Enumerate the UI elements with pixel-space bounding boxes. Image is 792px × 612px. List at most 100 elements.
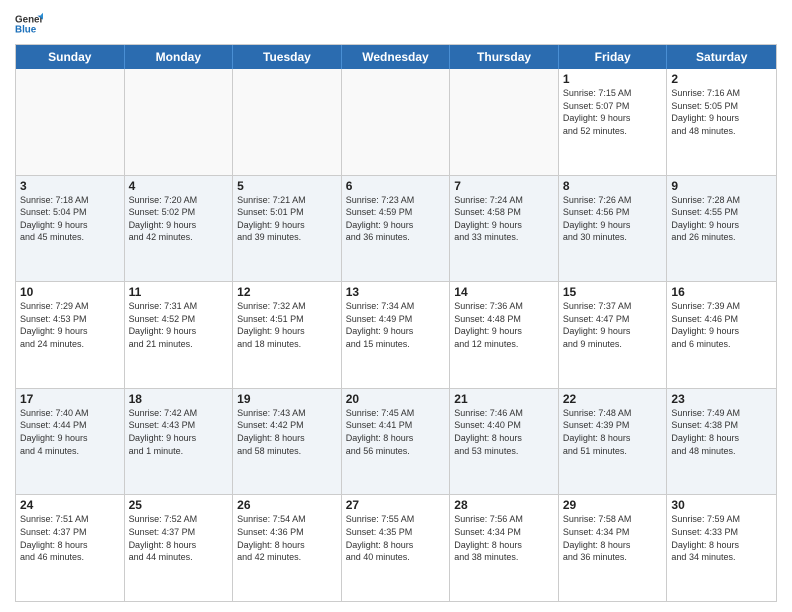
day-number: 13 — [346, 285, 446, 299]
day-detail: Sunrise: 7:26 AM Sunset: 4:56 PM Dayligh… — [563, 194, 663, 244]
empty-cell — [450, 69, 559, 175]
day-cell-23: 23Sunrise: 7:49 AM Sunset: 4:38 PM Dayli… — [667, 389, 776, 495]
calendar-row-0: 1Sunrise: 7:15 AM Sunset: 5:07 PM Daylig… — [16, 69, 776, 175]
day-number: 10 — [20, 285, 120, 299]
calendar-header: SundayMondayTuesdayWednesdayThursdayFrid… — [16, 45, 776, 69]
calendar-row-1: 3Sunrise: 7:18 AM Sunset: 5:04 PM Daylig… — [16, 175, 776, 282]
day-cell-26: 26Sunrise: 7:54 AM Sunset: 4:36 PM Dayli… — [233, 495, 342, 601]
day-number: 16 — [671, 285, 772, 299]
day-detail: Sunrise: 7:43 AM Sunset: 4:42 PM Dayligh… — [237, 407, 337, 457]
day-cell-18: 18Sunrise: 7:42 AM Sunset: 4:43 PM Dayli… — [125, 389, 234, 495]
day-detail: Sunrise: 7:20 AM Sunset: 5:02 PM Dayligh… — [129, 194, 229, 244]
empty-cell — [233, 69, 342, 175]
day-cell-22: 22Sunrise: 7:48 AM Sunset: 4:39 PM Dayli… — [559, 389, 668, 495]
day-number: 9 — [671, 179, 772, 193]
day-cell-6: 6Sunrise: 7:23 AM Sunset: 4:59 PM Daylig… — [342, 176, 451, 282]
svg-text:Blue: Blue — [15, 24, 37, 35]
day-detail: Sunrise: 7:59 AM Sunset: 4:33 PM Dayligh… — [671, 513, 772, 563]
day-cell-14: 14Sunrise: 7:36 AM Sunset: 4:48 PM Dayli… — [450, 282, 559, 388]
day-detail: Sunrise: 7:48 AM Sunset: 4:39 PM Dayligh… — [563, 407, 663, 457]
day-cell-25: 25Sunrise: 7:52 AM Sunset: 4:37 PM Dayli… — [125, 495, 234, 601]
calendar-row-4: 24Sunrise: 7:51 AM Sunset: 4:37 PM Dayli… — [16, 494, 776, 601]
logo-icon: General Blue — [15, 10, 43, 38]
day-number: 15 — [563, 285, 663, 299]
day-number: 23 — [671, 392, 772, 406]
day-cell-24: 24Sunrise: 7:51 AM Sunset: 4:37 PM Dayli… — [16, 495, 125, 601]
logo: General Blue — [15, 10, 43, 38]
day-detail: Sunrise: 7:45 AM Sunset: 4:41 PM Dayligh… — [346, 407, 446, 457]
day-cell-27: 27Sunrise: 7:55 AM Sunset: 4:35 PM Dayli… — [342, 495, 451, 601]
day-number: 24 — [20, 498, 120, 512]
day-number: 14 — [454, 285, 554, 299]
day-cell-1: 1Sunrise: 7:15 AM Sunset: 5:07 PM Daylig… — [559, 69, 668, 175]
day-cell-4: 4Sunrise: 7:20 AM Sunset: 5:02 PM Daylig… — [125, 176, 234, 282]
day-number: 6 — [346, 179, 446, 193]
day-number: 28 — [454, 498, 554, 512]
day-number: 11 — [129, 285, 229, 299]
day-detail: Sunrise: 7:32 AM Sunset: 4:51 PM Dayligh… — [237, 300, 337, 350]
header: General Blue — [15, 10, 777, 38]
day-cell-16: 16Sunrise: 7:39 AM Sunset: 4:46 PM Dayli… — [667, 282, 776, 388]
day-number: 4 — [129, 179, 229, 193]
day-cell-30: 30Sunrise: 7:59 AM Sunset: 4:33 PM Dayli… — [667, 495, 776, 601]
calendar-body: 1Sunrise: 7:15 AM Sunset: 5:07 PM Daylig… — [16, 69, 776, 601]
day-cell-13: 13Sunrise: 7:34 AM Sunset: 4:49 PM Dayli… — [342, 282, 451, 388]
weekday-header-thursday: Thursday — [450, 45, 559, 69]
day-number: 7 — [454, 179, 554, 193]
day-cell-17: 17Sunrise: 7:40 AM Sunset: 4:44 PM Dayli… — [16, 389, 125, 495]
calendar: SundayMondayTuesdayWednesdayThursdayFrid… — [15, 44, 777, 602]
calendar-row-3: 17Sunrise: 7:40 AM Sunset: 4:44 PM Dayli… — [16, 388, 776, 495]
day-number: 26 — [237, 498, 337, 512]
day-cell-19: 19Sunrise: 7:43 AM Sunset: 4:42 PM Dayli… — [233, 389, 342, 495]
day-cell-15: 15Sunrise: 7:37 AM Sunset: 4:47 PM Dayli… — [559, 282, 668, 388]
day-cell-3: 3Sunrise: 7:18 AM Sunset: 5:04 PM Daylig… — [16, 176, 125, 282]
weekday-header-monday: Monday — [125, 45, 234, 69]
empty-cell — [16, 69, 125, 175]
weekday-header-wednesday: Wednesday — [342, 45, 451, 69]
day-detail: Sunrise: 7:42 AM Sunset: 4:43 PM Dayligh… — [129, 407, 229, 457]
day-detail: Sunrise: 7:58 AM Sunset: 4:34 PM Dayligh… — [563, 513, 663, 563]
day-cell-10: 10Sunrise: 7:29 AM Sunset: 4:53 PM Dayli… — [16, 282, 125, 388]
day-number: 3 — [20, 179, 120, 193]
empty-cell — [125, 69, 234, 175]
day-cell-12: 12Sunrise: 7:32 AM Sunset: 4:51 PM Dayli… — [233, 282, 342, 388]
day-number: 18 — [129, 392, 229, 406]
day-number: 12 — [237, 285, 337, 299]
day-number: 22 — [563, 392, 663, 406]
day-detail: Sunrise: 7:37 AM Sunset: 4:47 PM Dayligh… — [563, 300, 663, 350]
day-detail: Sunrise: 7:46 AM Sunset: 4:40 PM Dayligh… — [454, 407, 554, 457]
day-cell-8: 8Sunrise: 7:26 AM Sunset: 4:56 PM Daylig… — [559, 176, 668, 282]
day-cell-9: 9Sunrise: 7:28 AM Sunset: 4:55 PM Daylig… — [667, 176, 776, 282]
day-number: 27 — [346, 498, 446, 512]
day-number: 2 — [671, 72, 772, 86]
weekday-header-saturday: Saturday — [667, 45, 776, 69]
day-detail: Sunrise: 7:51 AM Sunset: 4:37 PM Dayligh… — [20, 513, 120, 563]
calendar-row-2: 10Sunrise: 7:29 AM Sunset: 4:53 PM Dayli… — [16, 281, 776, 388]
day-detail: Sunrise: 7:15 AM Sunset: 5:07 PM Dayligh… — [563, 87, 663, 137]
weekday-header-sunday: Sunday — [16, 45, 125, 69]
day-number: 21 — [454, 392, 554, 406]
day-detail: Sunrise: 7:21 AM Sunset: 5:01 PM Dayligh… — [237, 194, 337, 244]
day-detail: Sunrise: 7:49 AM Sunset: 4:38 PM Dayligh… — [671, 407, 772, 457]
day-detail: Sunrise: 7:39 AM Sunset: 4:46 PM Dayligh… — [671, 300, 772, 350]
day-cell-7: 7Sunrise: 7:24 AM Sunset: 4:58 PM Daylig… — [450, 176, 559, 282]
day-detail: Sunrise: 7:23 AM Sunset: 4:59 PM Dayligh… — [346, 194, 446, 244]
day-cell-29: 29Sunrise: 7:58 AM Sunset: 4:34 PM Dayli… — [559, 495, 668, 601]
page: General Blue SundayMondayTuesdayWednesda… — [0, 0, 792, 612]
day-cell-2: 2Sunrise: 7:16 AM Sunset: 5:05 PM Daylig… — [667, 69, 776, 175]
day-detail: Sunrise: 7:55 AM Sunset: 4:35 PM Dayligh… — [346, 513, 446, 563]
weekday-header-friday: Friday — [559, 45, 668, 69]
day-detail: Sunrise: 7:34 AM Sunset: 4:49 PM Dayligh… — [346, 300, 446, 350]
day-number: 20 — [346, 392, 446, 406]
day-detail: Sunrise: 7:52 AM Sunset: 4:37 PM Dayligh… — [129, 513, 229, 563]
day-detail: Sunrise: 7:56 AM Sunset: 4:34 PM Dayligh… — [454, 513, 554, 563]
day-detail: Sunrise: 7:31 AM Sunset: 4:52 PM Dayligh… — [129, 300, 229, 350]
day-detail: Sunrise: 7:16 AM Sunset: 5:05 PM Dayligh… — [671, 87, 772, 137]
day-detail: Sunrise: 7:18 AM Sunset: 5:04 PM Dayligh… — [20, 194, 120, 244]
day-cell-20: 20Sunrise: 7:45 AM Sunset: 4:41 PM Dayli… — [342, 389, 451, 495]
day-detail: Sunrise: 7:28 AM Sunset: 4:55 PM Dayligh… — [671, 194, 772, 244]
day-detail: Sunrise: 7:36 AM Sunset: 4:48 PM Dayligh… — [454, 300, 554, 350]
day-cell-11: 11Sunrise: 7:31 AM Sunset: 4:52 PM Dayli… — [125, 282, 234, 388]
day-number: 1 — [563, 72, 663, 86]
day-detail: Sunrise: 7:29 AM Sunset: 4:53 PM Dayligh… — [20, 300, 120, 350]
